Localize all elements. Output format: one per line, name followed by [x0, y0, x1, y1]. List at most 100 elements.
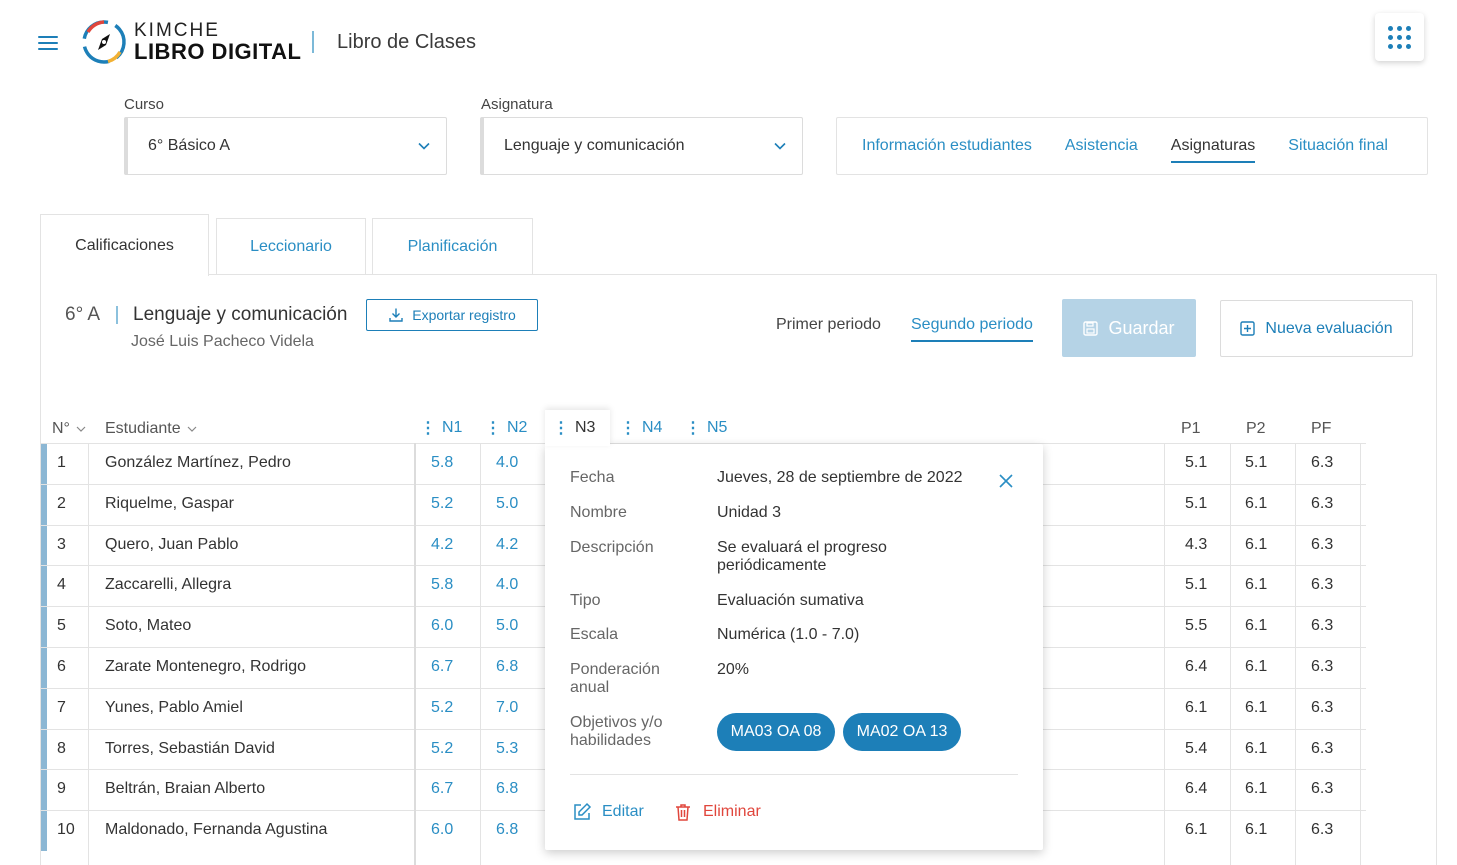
- col-divider: [480, 443, 481, 865]
- logo-text-bottom: LIBRO DIGITAL: [134, 39, 302, 64]
- grade-n1[interactable]: 4.2: [431, 536, 453, 554]
- tab-leccionario[interactable]: Leccionario: [216, 218, 366, 275]
- row-number: 9: [57, 780, 66, 798]
- student-name: Zarate Montenegro, Rodrigo: [105, 658, 306, 675]
- grade-n2[interactable]: 5.0: [496, 617, 518, 635]
- edit-label: Editar: [602, 803, 644, 820]
- course-label: Curso: [124, 96, 165, 113]
- grade-n1[interactable]: 6.0: [431, 821, 453, 839]
- new-evaluation-button[interactable]: Nueva evaluación: [1220, 300, 1413, 357]
- col-header-n3[interactable]: ⋮ N3: [545, 410, 610, 446]
- export-button-label: Exportar registro: [412, 307, 516, 323]
- col-header-student[interactable]: Estudiante: [105, 420, 197, 438]
- save-button[interactable]: Guardar: [1062, 299, 1196, 357]
- row-status-bar: [41, 484, 47, 525]
- nav-asistencia[interactable]: Asistencia: [1065, 131, 1138, 161]
- kebab-menu-icon: ⋮: [553, 420, 569, 437]
- objetivos-label-line1: Objetivos y/o: [570, 714, 663, 731]
- fecha-label: Fecha: [570, 469, 615, 486]
- grade-n1[interactable]: 5.8: [431, 576, 453, 594]
- row-number: 1: [57, 454, 66, 471]
- chevron-down-icon: [418, 142, 430, 150]
- col-header-n4[interactable]: ⋮ N4: [620, 418, 662, 438]
- row-number: 7: [57, 698, 66, 716]
- row-status-bar: [41, 648, 47, 688]
- row-status-bar: [41, 525, 47, 566]
- grade-p2: 6.1: [1245, 576, 1268, 594]
- grade-n2[interactable]: 4.0: [496, 454, 518, 472]
- nav-asignaturas[interactable]: Asignaturas: [1170, 131, 1255, 163]
- row-status-bar: [41, 607, 47, 648]
- row-number: 10: [57, 821, 75, 839]
- course-divider: [116, 306, 118, 324]
- kebab-menu-icon: ⋮: [620, 420, 636, 437]
- course-code: 6° A: [65, 304, 101, 325]
- ponderacion-label-line2: anual: [570, 679, 610, 696]
- col-n3-label: N3: [575, 419, 596, 436]
- grade-n2[interactable]: 5.3: [496, 740, 518, 758]
- grade-n1[interactable]: 5.2: [431, 699, 453, 717]
- col-n5-label: N5: [707, 419, 728, 436]
- edit-evaluation-button[interactable]: Editar: [572, 802, 644, 822]
- grade-p2: 6.1: [1245, 821, 1268, 839]
- grade-n2[interactable]: 6.8: [496, 821, 518, 839]
- grade-n2[interactable]: 6.8: [496, 780, 518, 798]
- grade-n2[interactable]: 4.0: [496, 576, 518, 594]
- grade-pf: 6.3: [1311, 494, 1334, 512]
- new-evaluation-label: Nueva evaluación: [1265, 319, 1393, 337]
- grade-n1[interactable]: 6.7: [431, 658, 453, 676]
- compass-logo-icon: [82, 20, 126, 64]
- grade-pf: 6.3: [1311, 617, 1334, 635]
- grade-n1[interactable]: 6.7: [431, 780, 453, 798]
- course-select[interactable]: 6° Básico A: [124, 117, 447, 175]
- col-header-number[interactable]: N°: [52, 420, 86, 438]
- escala-value: Numérica (1.0 - 7.0): [717, 626, 860, 643]
- save-icon: [1083, 320, 1099, 336]
- grade-p1: 5.1: [1185, 494, 1208, 512]
- col-header-p1: P1: [1181, 420, 1201, 437]
- grade-n1[interactable]: 6.0: [431, 617, 453, 635]
- export-button[interactable]: Exportar registro: [366, 299, 538, 331]
- col-header-n5[interactable]: ⋮ N5: [685, 418, 727, 438]
- grade-n1[interactable]: 5.2: [431, 495, 453, 513]
- student-name: Soto, Mateo: [105, 617, 192, 635]
- student-name: Maldonado, Fernanda Agustina: [105, 821, 328, 839]
- nav-situacion-final[interactable]: Situación final: [1288, 131, 1388, 161]
- escala-label: Escala: [570, 626, 619, 643]
- fecha-value: Jueves, 28 de septiembre de 2022: [717, 469, 963, 486]
- delete-evaluation-button[interactable]: Eliminar: [673, 802, 761, 822]
- kebab-menu-icon: ⋮: [420, 420, 436, 437]
- descripcion-label: Descripción: [570, 539, 654, 556]
- grade-pf: 6.3: [1311, 821, 1334, 839]
- grade-p1: 6.1: [1185, 698, 1208, 716]
- grade-n2[interactable]: 6.8: [496, 658, 518, 676]
- grade-pf: 6.3: [1311, 739, 1334, 757]
- hamburger-menu-icon[interactable]: [38, 36, 58, 50]
- grade-pf: 6.3: [1311, 780, 1334, 798]
- evaluation-details-popover: Fecha Jueves, 28 de septiembre de 2022 N…: [545, 444, 1043, 850]
- grade-n1[interactable]: 5.8: [431, 454, 453, 472]
- grade-p2: 6.1: [1245, 698, 1268, 716]
- close-icon[interactable]: [996, 471, 1016, 491]
- chevron-down-icon: [774, 142, 786, 150]
- subject-select[interactable]: Lenguaje y comunicación: [480, 117, 803, 175]
- download-icon: [389, 308, 403, 322]
- col-header-n1[interactable]: ⋮ N1: [420, 418, 462, 438]
- tab-calificaciones[interactable]: Calificaciones: [40, 214, 209, 276]
- apps-grid-button[interactable]: [1375, 13, 1424, 61]
- grade-p2: 6.1: [1245, 494, 1268, 512]
- grade-n2[interactable]: 4.2: [496, 536, 518, 554]
- course-subject: Lenguaje y comunicación: [133, 304, 348, 325]
- period-first[interactable]: Primer periodo: [776, 316, 881, 334]
- period-second[interactable]: Segundo periodo: [911, 316, 1033, 342]
- tab-planificacion[interactable]: Planificación: [372, 218, 533, 275]
- grade-n2[interactable]: 7.0: [496, 699, 518, 717]
- col-header-n2[interactable]: ⋮ N2: [485, 418, 527, 438]
- grade-n2[interactable]: 5.0: [496, 495, 518, 513]
- objective-chip[interactable]: MA03 OA 08: [717, 713, 835, 751]
- objective-chip[interactable]: MA02 OA 13: [843, 713, 961, 751]
- nav-informacion-estudiantes[interactable]: Información estudiantes: [862, 131, 1032, 161]
- grade-n1[interactable]: 5.2: [431, 740, 453, 758]
- student-name: Zaccarelli, Allegra: [105, 576, 232, 594]
- plus-square-icon: [1240, 321, 1256, 336]
